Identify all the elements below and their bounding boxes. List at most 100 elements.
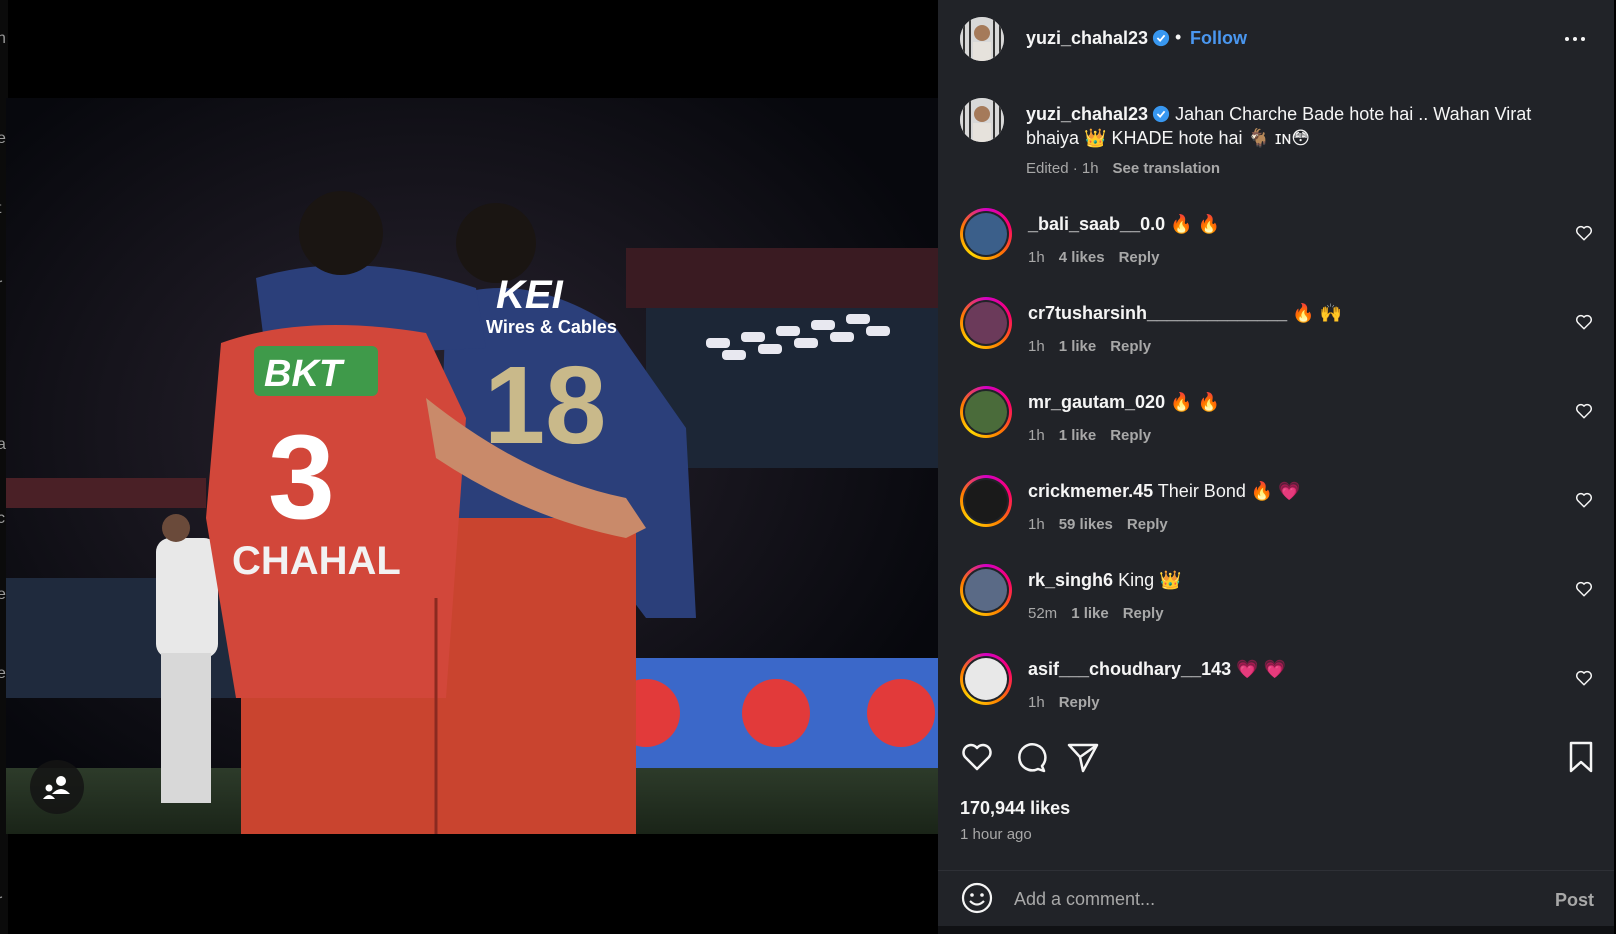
author-username[interactable]: yuzi_chahal23 (1026, 28, 1170, 49)
comment-likes[interactable]: 59 likes (1059, 516, 1113, 533)
comment-time: 1h (1028, 427, 1045, 444)
likes-count[interactable]: 170,944 likes (960, 798, 1070, 819)
post-image: KEI Wires & Cables 18 BKT 3 CHAHAL (6, 98, 938, 834)
post-actions-bar (960, 740, 1600, 774)
comment-likes[interactable]: 1 like (1059, 427, 1097, 444)
avatar-image (965, 302, 1007, 344)
comment-body: 🔥 🙌 (1292, 303, 1343, 323)
reply-button[interactable]: Reply (1110, 338, 1151, 355)
share-icon[interactable] (1066, 740, 1100, 774)
verified-badge-icon (1152, 29, 1170, 47)
left-jersey-sponsor: BKT (264, 353, 345, 395)
avatar-image (965, 569, 1007, 611)
comment-likes[interactable]: 1 like (1071, 605, 1109, 622)
reply-button[interactable]: Reply (1119, 249, 1160, 266)
comment-text: asif___choudhary__143 💗 💗 (1028, 659, 1286, 680)
comment-item: cr7tusharsinh______________ 🔥 🙌 1h 1 like… (960, 297, 1600, 367)
comment-body: 🔥 🔥 (1170, 392, 1220, 412)
comment-like-heart-icon[interactable] (1575, 313, 1593, 331)
edge-letter: r (0, 276, 2, 294)
comment-time: 1h (1028, 516, 1045, 533)
tagged-people-button[interactable] (30, 760, 84, 814)
commenter-avatar[interactable] (960, 653, 1012, 705)
caption-timestamp: Edited · 1h (1026, 160, 1099, 177)
comment-text: mr_gautam_020 🔥 🔥 (1028, 392, 1220, 413)
caption-author-avatar[interactable] (960, 98, 1004, 142)
heart-icon[interactable] (960, 740, 994, 774)
commenter-avatar[interactable] (960, 386, 1012, 438)
edge-letter: c (0, 510, 5, 527)
comment-meta: 1h 59 likes Reply (1028, 516, 1182, 533)
comment-likes[interactable]: 1 like (1059, 338, 1097, 355)
bookmark-icon[interactable] (1564, 740, 1598, 774)
commenter-avatar[interactable] (960, 208, 1012, 260)
right-jersey-sponsor-sub: Wires & Cables (486, 317, 617, 337)
reply-button[interactable]: Reply (1059, 694, 1100, 711)
comment-like-heart-icon[interactable] (1575, 580, 1593, 598)
separator-dot: • (1175, 27, 1182, 47)
verified-badge-icon (1152, 105, 1170, 123)
add-comment-input[interactable] (1014, 881, 1514, 917)
comment-meta: 1h 4 likes Reply (1028, 249, 1173, 266)
comment-username[interactable]: asif___choudhary__143 (1028, 659, 1231, 679)
comment-like-heart-icon[interactable] (1575, 669, 1593, 687)
post-side-panel: yuzi_chahal23 • Follow yuzi_chahal23 Jah… (938, 0, 1614, 934)
reply-button[interactable]: Reply (1110, 427, 1151, 444)
comment-meta: 1h 1 like Reply (1028, 338, 1165, 355)
post-time: 1 hour ago (960, 826, 1032, 843)
comment-item: crickmemer.45 Their Bond 🔥 💗 1h 59 likes R… (960, 475, 1600, 545)
comment-text: rk_singh6 King 👑 (1028, 570, 1182, 591)
left-jersey-name: CHAHAL (232, 539, 401, 583)
comment-item: mr_gautam_020 🔥 🔥 1h 1 like Reply (960, 386, 1600, 456)
tagged-people-icon (43, 776, 70, 799)
comment-username[interactable]: rk_singh6 (1028, 570, 1113, 590)
comment-username[interactable]: _bali_saab__0.0 (1028, 214, 1165, 234)
avatar-image (965, 480, 1007, 522)
edge-letter: r (0, 892, 2, 910)
caption-avatar-image (960, 98, 1004, 142)
avatar-image (965, 391, 1007, 433)
bottom-divider (938, 926, 1614, 934)
add-comment-row: Post (938, 870, 1614, 926)
more-options-icon[interactable] (1558, 26, 1592, 52)
comment-username[interactable]: crickmemer.45 (1028, 481, 1153, 501)
see-translation-link[interactable]: See translation (1113, 160, 1221, 177)
follow-button[interactable]: Follow (1190, 28, 1247, 49)
reply-button[interactable]: Reply (1127, 516, 1168, 533)
comment-body: 🔥 🔥 (1170, 214, 1220, 234)
caption-username[interactable]: yuzi_chahal23 (1026, 104, 1148, 124)
reply-button[interactable]: Reply (1123, 605, 1164, 622)
comment-username[interactable]: mr_gautam_020 (1028, 392, 1165, 412)
comment-body: 💗 💗 (1236, 659, 1286, 679)
avatar-image (965, 658, 1007, 700)
commenter-avatar[interactable] (960, 564, 1012, 616)
author-username-text: yuzi_chahal23 (1026, 28, 1149, 48)
right-jersey-sponsor: KEI (496, 273, 564, 317)
comment-text: crickmemer.45 Their Bond 🔥 💗 (1028, 481, 1301, 502)
comment-text: cr7tusharsinh______________ 🔥 🙌 (1028, 303, 1342, 324)
comment-meta: 52m 1 like Reply (1028, 605, 1178, 622)
comment-like-heart-icon[interactable] (1575, 224, 1593, 242)
comment-body: King 👑 (1118, 570, 1182, 590)
comment-like-heart-icon[interactable] (1575, 402, 1593, 420)
comment-body: Their Bond 🔥 💗 (1157, 481, 1301, 501)
comment-meta: 1h 1 like Reply (1028, 427, 1165, 444)
commenter-avatar[interactable] (960, 297, 1012, 349)
comment-time: 1h (1028, 694, 1045, 711)
edge-letter: n (0, 30, 6, 47)
avatar-image (965, 213, 1007, 255)
emoji-icon[interactable] (960, 881, 994, 915)
comment-username[interactable]: cr7tusharsinh______________ (1028, 303, 1287, 323)
commenter-avatar[interactable] (960, 475, 1012, 527)
comment-likes[interactable]: 4 likes (1059, 249, 1105, 266)
comment-like-heart-icon[interactable] (1575, 491, 1593, 509)
comment-icon[interactable] (1014, 740, 1048, 774)
comment-time: 1h (1028, 249, 1045, 266)
comment-time: 52m (1028, 605, 1058, 622)
edge-letter: t (0, 200, 1, 218)
post-media[interactable]: KEI Wires & Cables 18 BKT 3 CHAHAL (6, 98, 938, 834)
comment-item: rk_singh6 King 👑 52m 1 like Reply (960, 564, 1600, 634)
post-comment-button[interactable]: Post (1555, 890, 1594, 911)
caption-text-block: yuzi_chahal23 Jahan Charche Bade hote ha… (1026, 102, 1546, 150)
author-avatar[interactable] (960, 17, 1004, 61)
